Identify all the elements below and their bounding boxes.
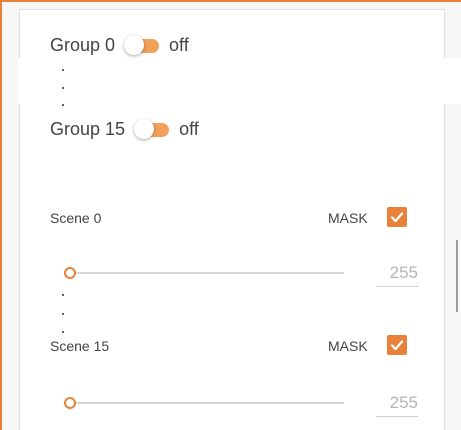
slider-thumb[interactable] [64, 267, 76, 279]
group-state: off [169, 34, 189, 55]
toggle-knob[interactable] [134, 119, 155, 139]
group-row-15: Group 15 off [50, 118, 199, 140]
ellipsis-dot [62, 331, 64, 333]
slider-thumb[interactable] [64, 397, 76, 409]
mask-label: MASK [328, 210, 368, 226]
group-label: Group 15 [50, 118, 126, 139]
ellipsis-dot [62, 313, 64, 315]
ellipsis-dot [62, 87, 64, 89]
divider-band [18, 58, 461, 104]
toggle-knob[interactable] [124, 35, 145, 55]
slider-rail [64, 402, 344, 404]
ellipsis-dot [62, 69, 64, 71]
group-toggle[interactable] [133, 118, 173, 140]
scene-label: Scene 0 [50, 210, 102, 226]
group-label: Group 0 [50, 34, 116, 55]
group-state: off [179, 118, 199, 139]
mask-label: MASK [328, 338, 368, 354]
check-icon [390, 340, 404, 351]
scene-value-field[interactable]: 255 [376, 392, 418, 417]
ellipsis-dot [62, 104, 64, 106]
scene-label: Scene 15 [50, 338, 110, 354]
slider-rail [64, 272, 344, 274]
group-row-0: Group 0 off [50, 34, 189, 56]
check-icon [390, 212, 404, 223]
scene-slider[interactable] [64, 397, 346, 409]
ellipsis-dot [62, 294, 64, 296]
scene-slider[interactable] [64, 267, 346, 279]
scene-value-field[interactable]: 255 [376, 262, 418, 287]
group-toggle[interactable] [123, 34, 163, 56]
mask-checkbox[interactable] [387, 207, 407, 227]
mask-checkbox[interactable] [387, 335, 407, 355]
scrollbar[interactable] [456, 240, 458, 312]
